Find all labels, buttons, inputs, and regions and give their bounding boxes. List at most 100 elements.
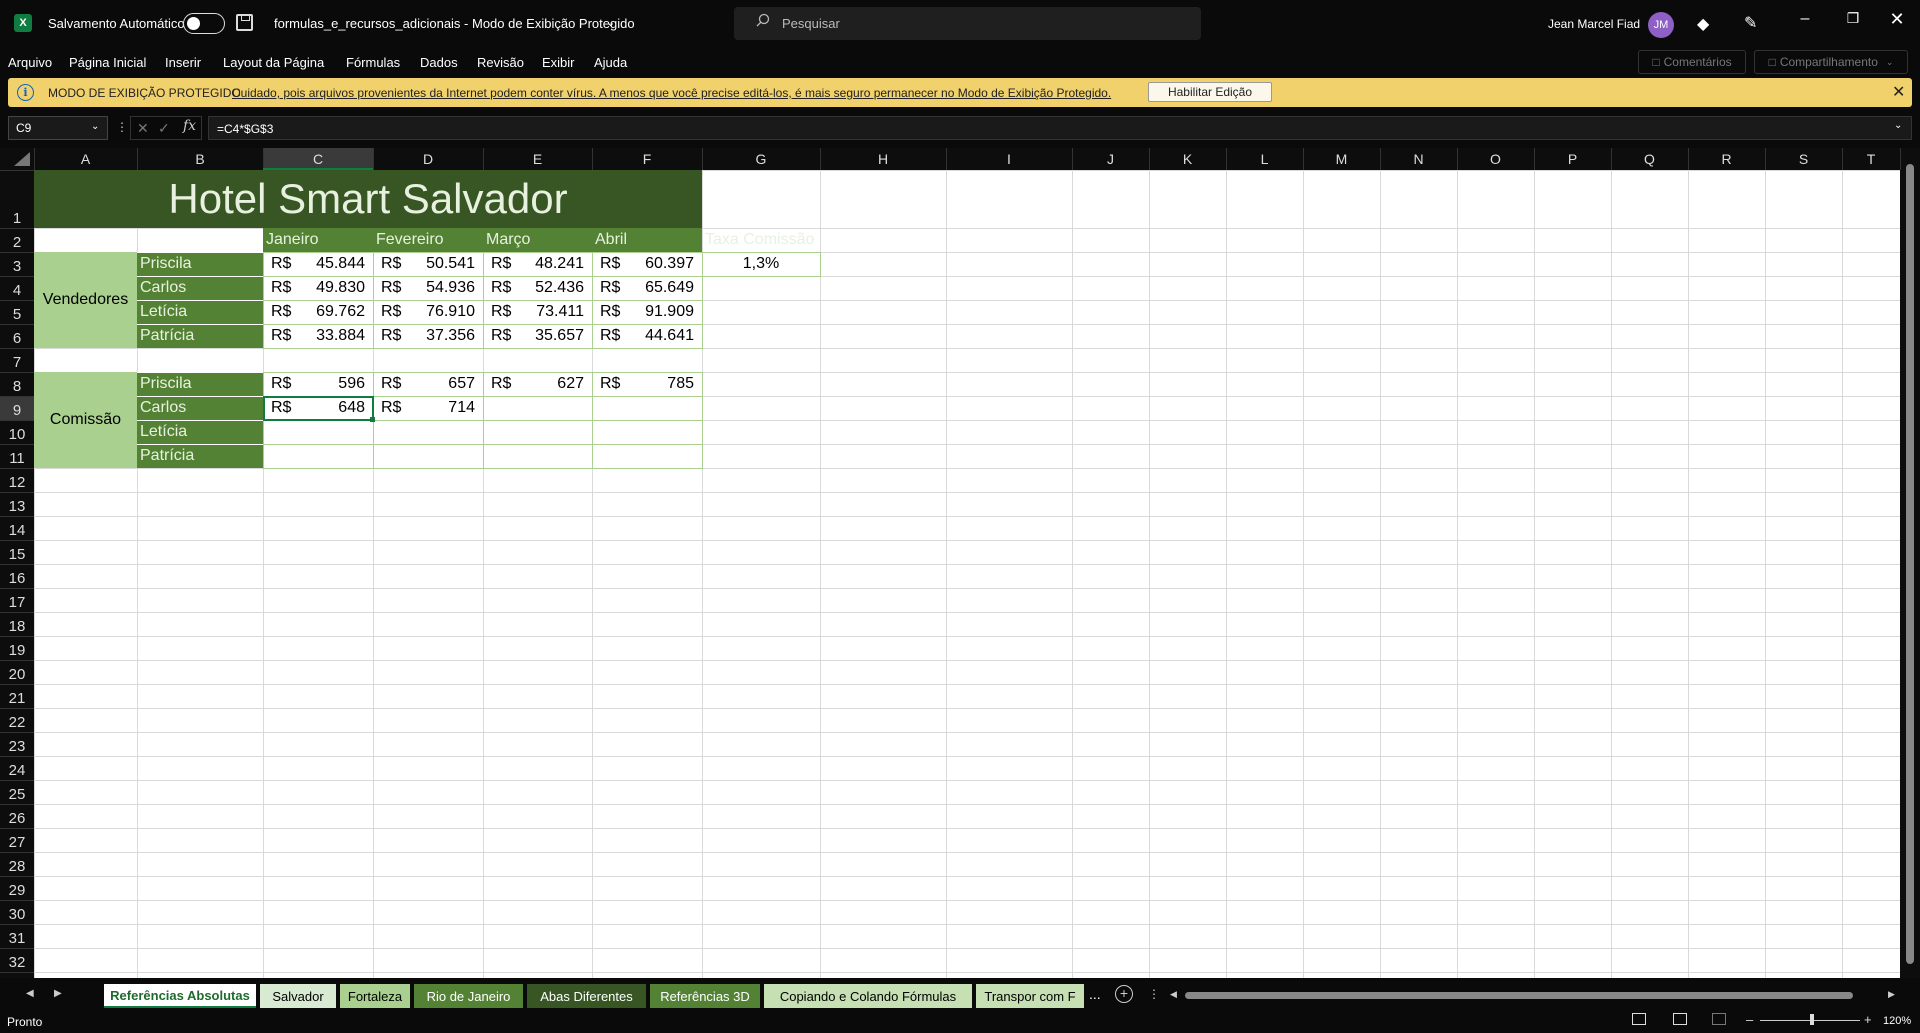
scroll-left-icon[interactable]: ◀ [1170, 989, 1177, 1000]
header-cell-3[interactable]: Abril [592, 228, 702, 252]
row-header-1[interactable]: 1 [0, 170, 34, 228]
close-icon[interactable]: ✕ [1892, 82, 1905, 102]
sales-name-0[interactable]: Priscila [137, 252, 263, 276]
row-header-4[interactable]: 4 [0, 276, 34, 300]
row-header-12[interactable]: 12 [0, 468, 34, 492]
column-header-b[interactable]: B [137, 148, 263, 170]
more-options-icon[interactable]: ⋮ [116, 120, 128, 134]
row-header-18[interactable]: 18 [0, 612, 34, 636]
sales-name-2[interactable]: Letícia [137, 300, 263, 324]
column-header-i[interactable]: I [946, 148, 1072, 170]
row-header-23[interactable]: 23 [0, 732, 34, 756]
tab-scroll-left-icon[interactable]: ◀ [26, 988, 34, 999]
header-cell-4[interactable]: Taxa Comissão [702, 228, 820, 252]
menu-formulas[interactable]: Fórmulas [346, 55, 400, 70]
column-header-q[interactable]: Q [1611, 148, 1688, 170]
row-header-25[interactable]: 25 [0, 780, 34, 804]
row-header-19[interactable]: 19 [0, 636, 34, 660]
sales-cell[interactable]: R$ 54.936 [373, 276, 483, 300]
sheet-tab-4[interactable]: Abas Diferentes [527, 984, 646, 1008]
sales-name-3[interactable]: Patrícia [137, 324, 263, 348]
column-header-o[interactable]: O [1457, 148, 1534, 170]
menu-pagina-inicial[interactable]: Página Inicial [69, 55, 146, 70]
formula-input[interactable]: =C4*$G$3 [208, 116, 1912, 140]
column-header-j[interactable]: J [1072, 148, 1149, 170]
row-header-5[interactable]: 5 [0, 300, 34, 324]
row-header-31[interactable]: 31 [0, 924, 34, 948]
menu-dados[interactable]: Dados [420, 55, 458, 70]
commission-cell[interactable]: R$ 657 [373, 372, 483, 396]
sales-cell[interactable]: R$ 76.910 [373, 300, 483, 324]
header-cell-2[interactable]: Março [483, 228, 592, 252]
pen-icon[interactable]: ✎ [1744, 13, 1757, 33]
commission-name-3[interactable]: Patrícia [137, 444, 263, 468]
more-options-icon[interactable]: ⋮ [1148, 987, 1160, 1001]
expand-formula-icon[interactable]: ⌄ [1894, 120, 1902, 131]
column-header-m[interactable]: M [1303, 148, 1380, 170]
header-cell-1[interactable]: Fevereiro [373, 228, 483, 252]
row-header-11[interactable]: 11 [0, 444, 34, 468]
sheet-tab-5[interactable]: Referências 3D [650, 984, 760, 1008]
column-header-s[interactable]: S [1765, 148, 1842, 170]
sales-cell[interactable]: R$ 52.436 [483, 276, 592, 300]
column-header-p[interactable]: P [1534, 148, 1611, 170]
cancel-icon[interactable]: ✕ [137, 120, 149, 137]
horizontal-scrollbar[interactable] [1185, 992, 1853, 999]
sales-cell[interactable]: R$ 45.844 [263, 252, 373, 276]
header-cell-0[interactable]: Janeiro [263, 228, 373, 252]
column-header-h[interactable]: H [820, 148, 946, 170]
commission-name-2[interactable]: Letícia [137, 420, 263, 444]
worksheet-grid[interactable]: A B C D E F G H I J K L M N O P Q R S T 1 2 3 4 5 6 7 8 9 10 11 12 13 14 1… [0, 148, 1920, 978]
add-sheet-icon[interactable]: + [1115, 985, 1133, 1003]
protected-view-message[interactable]: Cuidado, pois arquivos provenientes da I… [232, 86, 1111, 100]
sales-cell[interactable]: R$ 37.356 [373, 324, 483, 348]
row-header-22[interactable]: 22 [0, 708, 34, 732]
sales-cell[interactable]: R$ 48.241 [483, 252, 592, 276]
document-title[interactable]: formulas_e_recursos_adicionais - Modo de… [274, 16, 635, 31]
sales-cell[interactable]: R$ 50.541 [373, 252, 483, 276]
row-header-24[interactable]: 24 [0, 756, 34, 780]
enable-editing-button[interactable]: Habilitar Edição [1148, 82, 1272, 102]
column-header-e[interactable]: E [483, 148, 592, 170]
search-placeholder[interactable]: Pesquisar [782, 16, 840, 31]
group-label-sales[interactable]: Vendedores [34, 252, 137, 348]
page-break-icon[interactable] [1712, 1013, 1726, 1025]
row-header-9[interactable]: 9 [0, 396, 34, 420]
rate-cell[interactable]: 1,3% [702, 252, 820, 276]
row-header-30[interactable]: 30 [0, 900, 34, 924]
sales-name-1[interactable]: Carlos [137, 276, 263, 300]
close-button[interactable]: ✕ [1882, 9, 1912, 35]
sales-cell[interactable]: R$ 49.830 [263, 276, 373, 300]
zoom-in-icon[interactable]: + [1864, 1012, 1872, 1027]
group-label-commission[interactable]: Comissão [34, 372, 137, 468]
column-header-a[interactable]: A [34, 148, 137, 170]
page-layout-icon[interactable] [1673, 1013, 1687, 1025]
zoom-slider-thumb[interactable] [1810, 1014, 1814, 1025]
row-header-8[interactable]: 8 [0, 372, 34, 396]
column-header-k[interactable]: K [1149, 148, 1226, 170]
commission-name-1[interactable]: Carlos [137, 396, 263, 420]
commission-cell[interactable]: R$ 648 [263, 396, 373, 420]
sheet-tab-1[interactable]: Salvador [260, 984, 336, 1008]
commission-cell[interactable]: R$ 714 [373, 396, 483, 420]
sheet-tab-0[interactable]: Referências Absolutas [104, 984, 256, 1008]
normal-view-icon[interactable] [1632, 1013, 1646, 1025]
row-header-28[interactable]: 28 [0, 852, 34, 876]
sheet-tab-2[interactable]: Fortaleza [340, 984, 410, 1008]
check-icon[interactable]: ✓ [158, 120, 170, 137]
diamond-icon[interactable]: ◆ [1697, 14, 1709, 34]
menu-inserir[interactable]: Inserir [165, 55, 201, 70]
row-header-13[interactable]: 13 [0, 492, 34, 516]
comments-button[interactable]: □ Comentários [1638, 50, 1746, 74]
menu-arquivo[interactable]: Arquivo [8, 55, 52, 70]
menu-ajuda[interactable]: Ajuda [594, 55, 627, 70]
sales-cell[interactable]: R$ 35.657 [483, 324, 592, 348]
row-header-32[interactable]: 32 [0, 948, 34, 972]
row-header-29[interactable]: 29 [0, 876, 34, 900]
sales-cell[interactable]: R$ 33.884 [263, 324, 373, 348]
row-header-21[interactable]: 21 [0, 684, 34, 708]
menu-exibir[interactable]: Exibir [542, 55, 575, 70]
sales-cell[interactable]: R$ 69.762 [263, 300, 373, 324]
row-header-15[interactable]: 15 [0, 540, 34, 564]
sales-cell[interactable]: R$ 91.909 [592, 300, 702, 324]
